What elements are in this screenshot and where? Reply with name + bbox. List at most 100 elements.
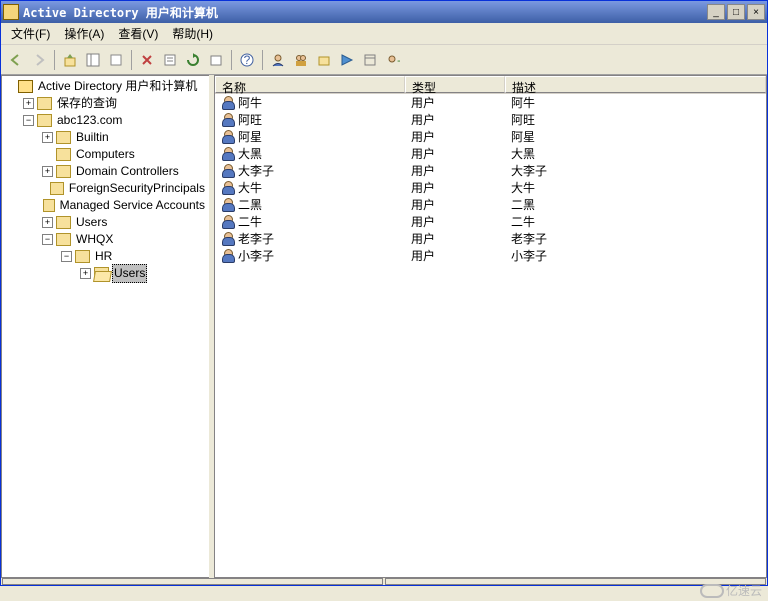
cell-desc: 阿牛 [511,94,535,111]
back-button[interactable] [5,49,27,71]
list-row[interactable]: 二黑用户二黑 [215,196,766,213]
refresh-button[interactable] [182,49,204,71]
collapse-icon[interactable]: − [23,115,34,126]
up-button[interactable] [59,49,81,71]
collapse-icon[interactable]: − [61,251,72,262]
cell-type: 用户 [411,128,435,145]
tree-domain-controllers[interactable]: +Domain Controllers [4,163,207,180]
expand-icon[interactable]: + [42,132,53,143]
maximize-button[interactable]: □ [727,4,745,20]
cell-type: 用户 [411,247,435,264]
column-desc[interactable]: 描述 [505,76,766,93]
toolbar: ? + [1,45,767,75]
cell-type: 用户 [411,196,435,213]
main-window: Active Directory 用户和计算机 _ □ × 文件(F) 操作(A… [0,0,768,586]
add-member-button[interactable]: + [382,49,404,71]
cell-desc: 大牛 [511,179,535,196]
list-row[interactable]: 阿星 用户 阿星 [215,128,766,145]
cloud-icon [700,584,724,598]
tree-builtin[interactable]: +Builtin [4,129,207,146]
close-button[interactable]: × [747,4,765,20]
column-type[interactable]: 类型 [405,76,505,93]
tree-msa[interactable]: Managed Service Accounts [4,197,207,214]
new-ou-button[interactable] [313,49,335,71]
properties-button[interactable] [159,49,181,71]
cell-name: 二牛 [238,213,262,230]
cell-name: 二黑 [238,196,262,213]
menubar: 文件(F) 操作(A) 查看(V) 帮助(H) [1,23,767,45]
minimize-button[interactable]: _ [707,4,725,20]
cell-name: 小李子 [238,247,274,264]
tree-saved-queries[interactable]: +保存的查询 [4,95,207,112]
cell-desc: 阿星 [511,128,535,145]
tree-computers[interactable]: Computers [4,146,207,163]
new-user-button[interactable] [267,49,289,71]
user-icon [221,181,235,195]
expand-icon[interactable]: + [42,217,53,228]
list-row[interactable]: 大牛用户大牛 [215,179,766,196]
folder-icon [56,131,71,144]
cell-name: 阿星 [238,128,262,145]
cut-button[interactable] [105,49,127,71]
find-button[interactable] [336,49,358,71]
list-row[interactable]: 小李子 用户 小李子 [215,247,766,264]
filter-button[interactable] [359,49,381,71]
folder-icon [56,148,71,161]
cell-desc: 大黑 [511,145,535,162]
menu-action[interactable]: 操作(A) [58,23,110,44]
expand-icon[interactable]: + [42,166,53,177]
cell-name: 阿旺 [238,111,262,128]
folder-icon [43,199,55,212]
list-row[interactable]: 阿旺用户阿旺 [215,111,766,128]
list-header: 名称 类型 描述 [215,76,766,94]
tree-hr[interactable]: −HR [4,248,207,265]
user-icon [221,164,235,178]
list-row[interactable]: 阿牛 用户 阿牛 [215,94,766,111]
menu-view[interactable]: 查看(V) [112,23,164,44]
tree-domain[interactable]: −abc123.com [4,112,207,129]
list-row[interactable]: 二牛用户二牛 [215,213,766,230]
ou-icon [75,250,90,263]
column-name[interactable]: 名称 [215,76,405,93]
content-area: Active Directory 用户和计算机 +保存的查询 −abc123.c… [1,75,767,578]
help-button[interactable]: ? [236,49,258,71]
list-row[interactable]: 老李子用户老李子 [215,230,766,247]
user-icon [221,113,235,127]
tree-whqx[interactable]: −WHQX [4,231,207,248]
user-icon [221,130,235,144]
window-title: Active Directory 用户和计算机 [23,4,707,21]
show-hide-tree-button[interactable] [82,49,104,71]
cell-name: 大黑 [238,145,262,162]
user-icon [221,96,235,110]
folder-icon [50,182,64,195]
cell-desc: 小李子 [511,247,547,264]
export-button[interactable] [205,49,227,71]
list-body[interactable]: 阿牛用户阿牛阿旺用户阿旺阿星用户阿星大黑用户大黑大李子用户大李子大牛用户大牛二黑… [215,94,766,577]
user-icon [221,215,235,229]
tree-root[interactable]: Active Directory 用户和计算机 [4,78,207,95]
menu-help[interactable]: 帮助(H) [166,23,219,44]
cell-name: 阿牛 [238,94,262,111]
user-icon [221,147,235,161]
tree-hr-users[interactable]: +Users [4,265,207,282]
list-row[interactable]: 大李子用户大李子 [215,162,766,179]
collapse-icon[interactable]: − [42,234,53,245]
expand-icon[interactable]: + [80,268,91,279]
list-row[interactable]: 大黑用户大黑 [215,145,766,162]
user-icon [221,198,235,212]
cell-type: 用户 [411,230,435,247]
tree-panel[interactable]: Active Directory 用户和计算机 +保存的查询 −abc123.c… [1,75,209,578]
cell-type: 用户 [411,94,435,111]
tree-fsp[interactable]: ForeignSecurityPrincipals [4,180,207,197]
forward-button[interactable] [28,49,50,71]
list-panel: 名称 类型 描述 阿牛用户阿牛阿旺用户阿旺阿星用户阿星大黑用户大黑大李子用户大李… [214,75,767,578]
menu-file[interactable]: 文件(F) [5,23,56,44]
delete-button[interactable] [136,49,158,71]
domain-icon [37,114,52,127]
tree-users[interactable]: +Users [4,214,207,231]
expand-icon[interactable]: + [23,98,34,109]
new-group-button[interactable] [290,49,312,71]
statusbar [1,578,767,585]
titlebar[interactable]: Active Directory 用户和计算机 _ □ × [1,1,767,23]
folder-icon [56,165,71,178]
